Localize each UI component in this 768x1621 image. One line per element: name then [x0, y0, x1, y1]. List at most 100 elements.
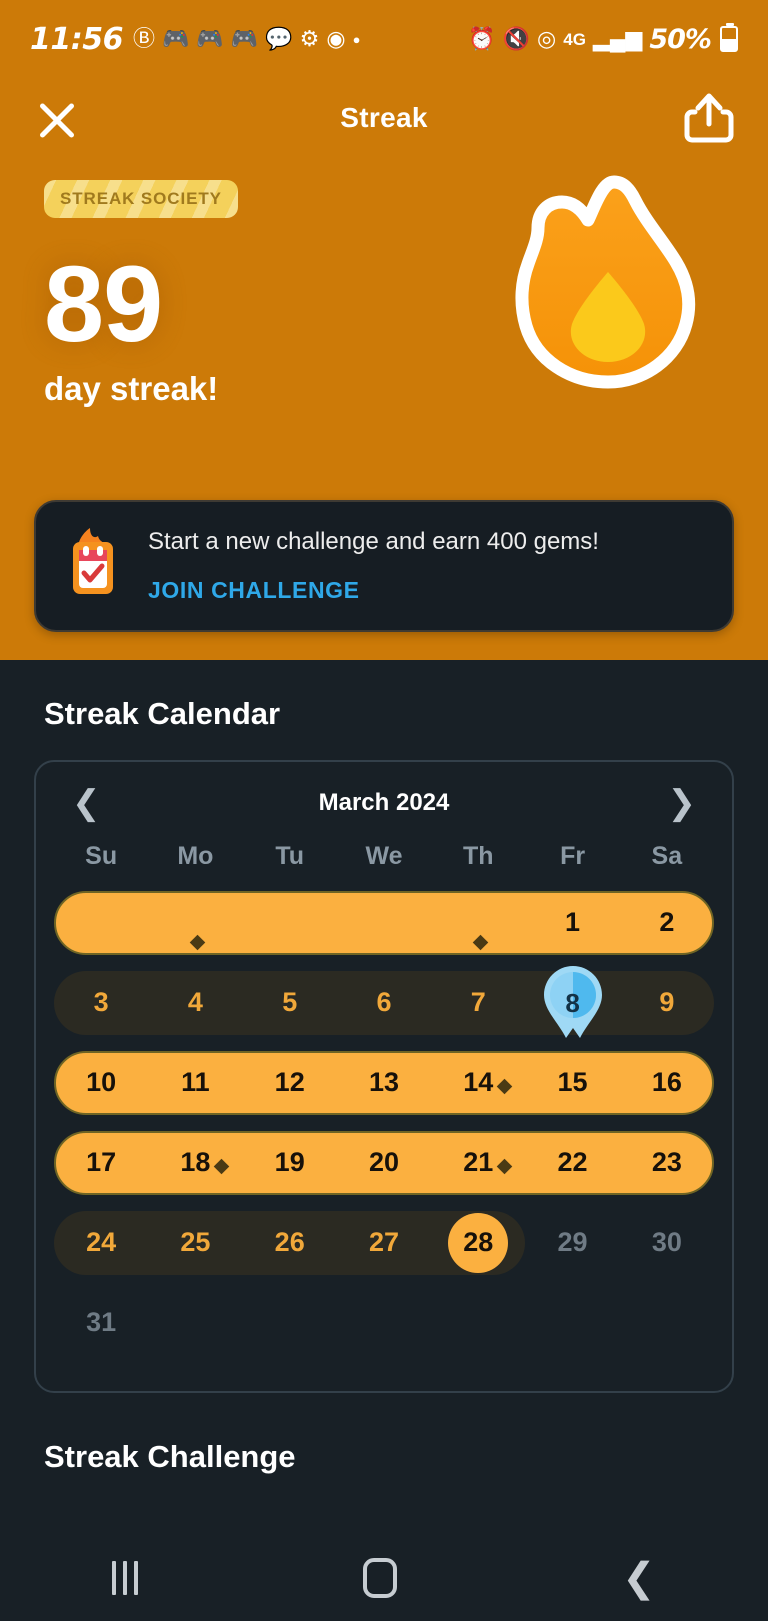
calendar-day-label: 12 — [274, 1067, 305, 1098]
calendar-day-label: 19 — [274, 1147, 305, 1178]
calendar-day-24[interactable]: 24 — [54, 1227, 148, 1258]
circle-b-icon: Ⓑ — [133, 26, 156, 51]
alarm-icon: ⏰ — [468, 26, 496, 51]
signal-bars-icon: ▂▄▆ — [592, 26, 643, 51]
calendar-day-21[interactable]: 21 — [431, 1147, 525, 1178]
calendar-day-3[interactable]: 3 — [54, 987, 148, 1018]
calendar-day-cells: 10 11 12 13 14 15 16 — [54, 1045, 714, 1121]
calendar-day-cells: 31 — [54, 1285, 714, 1361]
calendar-week-row: 10 11 12 13 14 15 16 — [54, 1045, 714, 1121]
calendar-day-16[interactable]: 16 — [620, 1067, 714, 1098]
calendar-day-label: 26 — [274, 1227, 305, 1258]
app-bar: Streak — [0, 78, 768, 158]
calendar-day-29[interactable]: 29 — [525, 1227, 619, 1258]
mute-icon: 🔇 — [502, 26, 531, 51]
share-button[interactable] — [684, 92, 734, 144]
calendar-week-row: 24 25 26 27 28 29 30 — [54, 1205, 714, 1281]
streak-freeze-diamond-icon — [213, 1159, 230, 1175]
calendar-day-13[interactable]: 13 — [337, 1067, 431, 1098]
calendar-day-12[interactable]: 12 — [243, 1067, 337, 1098]
calendar-day-label: 27 — [368, 1227, 400, 1258]
calendar-day-label: 8 — [565, 987, 580, 1018]
status-bar: 11:56 Ⓑ 🎮 🎮 🎮 💬 ⚙ ◉ ● ⏰ 🔇 ◎ 4G ▂▄▆ 50% — [0, 0, 768, 78]
calendar-day-18[interactable]: 18 — [148, 1147, 242, 1178]
calendar-day-22[interactable]: 22 — [525, 1147, 619, 1178]
dow-mo: Mo — [177, 841, 214, 870]
calendar-day-7[interactable]: 7 — [431, 987, 525, 1018]
calendar-day-17[interactable]: 17 — [54, 1147, 148, 1178]
next-month-button[interactable]: ❯ — [668, 786, 697, 820]
calendar-day-10[interactable]: 10 — [54, 1067, 148, 1098]
calendar-day-label: 14 — [463, 1067, 494, 1098]
join-challenge-button[interactable]: JOIN CHALLENGE — [148, 577, 360, 604]
calendar-day-label: 11 — [181, 1067, 210, 1098]
calendar-day-label: 13 — [368, 1067, 400, 1098]
calendar-day-25[interactable]: 25 — [148, 1227, 242, 1258]
flame-icon — [515, 175, 696, 389]
calendar-day-6[interactable]: 6 — [337, 987, 431, 1018]
home-icon[interactable] — [363, 1558, 398, 1598]
calendar-day-5[interactable]: 5 — [243, 987, 337, 1018]
calendar-day-19[interactable]: 19 — [243, 1147, 337, 1178]
streak-calendar-heading: Streak Calendar — [44, 695, 281, 731]
calendar-day-label: 9 — [659, 987, 675, 1018]
dot-icon: ● — [352, 31, 361, 47]
calendar-day-label: 18 — [180, 1147, 211, 1178]
page-title: Streak — [340, 102, 428, 133]
calendar-day-label: 2 — [659, 907, 675, 938]
calendar-day-label: 10 — [86, 1067, 117, 1098]
calendar-day-label: 16 — [651, 1067, 682, 1098]
calendar-day-label: 7 — [470, 987, 486, 1018]
status-bar-time: 11:56 — [30, 21, 124, 57]
calendar-day-cells: 3 4 5 6 7 8 9 — [54, 965, 714, 1041]
calendar-day-9[interactable]: 9 — [620, 987, 714, 1018]
calendar-day-2[interactable]: 2 — [620, 907, 714, 938]
selected-day-pin-icon: 8 — [542, 964, 604, 1042]
calendar-day-27[interactable]: 27 — [337, 1227, 431, 1258]
flame-illustration — [496, 168, 706, 403]
calendar-day-26[interactable]: 26 — [243, 1227, 337, 1258]
calendar-day-cells: 24 25 26 27 28 29 30 — [54, 1205, 714, 1281]
calendar-flame-check-icon — [60, 528, 126, 603]
calendar-day-label: 17 — [86, 1147, 117, 1178]
calendar-card: ❮ March 2024 ❯ Su Mo Tu We Th Fr Sa 1234567891… — [34, 759, 734, 1393]
calendar-day-label: 6 — [376, 987, 392, 1018]
dow-tu: Tu — [275, 841, 305, 870]
streak-society-badge: STREAK SOCIETY — [44, 180, 238, 218]
calendar-day-31[interactable]: 31 — [54, 1307, 148, 1338]
android-nav-bar: ❮ — [0, 1535, 768, 1621]
calendar-day-30[interactable]: 30 — [620, 1227, 714, 1258]
streak-freeze-diamond-icon — [472, 934, 488, 951]
game-controller-icon: 🎮 — [230, 26, 259, 51]
calendar-day-11[interactable]: 11 — [148, 1067, 242, 1098]
hero-body: STREAK SOCIETY 89 day streak! — [0, 158, 768, 458]
calendar-day-label: 20 — [368, 1147, 400, 1178]
calendar-day-label: 5 — [282, 987, 298, 1018]
calendar-day-label: 3 — [93, 987, 109, 1018]
calendar-day-label: 29 — [557, 1227, 588, 1258]
dark-content-area: Streak Calendar ❮ March 2024 ❯ Su Mo Tu We T… — [0, 659, 768, 1475]
close-button[interactable] — [34, 95, 80, 141]
calendar-day-label: 30 — [651, 1227, 682, 1258]
dow-th: Th — [463, 841, 494, 870]
prev-month-button[interactable]: ❮ — [72, 786, 101, 820]
calendar-day-15[interactable]: 15 — [525, 1067, 619, 1098]
calendar-day-cells: 12 — [54, 885, 714, 961]
calendar-day-14[interactable]: 14 — [431, 1067, 525, 1098]
calendar-week-row: 31 — [54, 1285, 714, 1361]
dow-sa: Sa — [651, 841, 683, 870]
calendar-day-20[interactable]: 20 — [337, 1147, 431, 1178]
day-of-week-row: Su Mo Tu We Th Fr Sa — [54, 842, 714, 871]
chrome-icon: ◉ — [326, 26, 346, 51]
calendar-day-1[interactable]: 1 — [525, 907, 619, 938]
chat-bubble-icon: 💬 — [265, 26, 293, 51]
calendar-day-4[interactable]: 4 — [148, 987, 242, 1018]
calendar-week-row: 12 — [54, 885, 714, 961]
calendar-day-28[interactable]: 28 — [431, 1212, 525, 1273]
back-icon[interactable]: ❮ — [622, 1558, 656, 1598]
recents-icon[interactable] — [112, 1561, 139, 1595]
challenge-card[interactable]: Start a new challenge and earn 400 gems!… — [34, 500, 734, 632]
calendar-day-label: 24 — [86, 1227, 117, 1258]
dow-su: Su — [85, 841, 118, 870]
calendar-day-23[interactable]: 23 — [620, 1147, 714, 1178]
